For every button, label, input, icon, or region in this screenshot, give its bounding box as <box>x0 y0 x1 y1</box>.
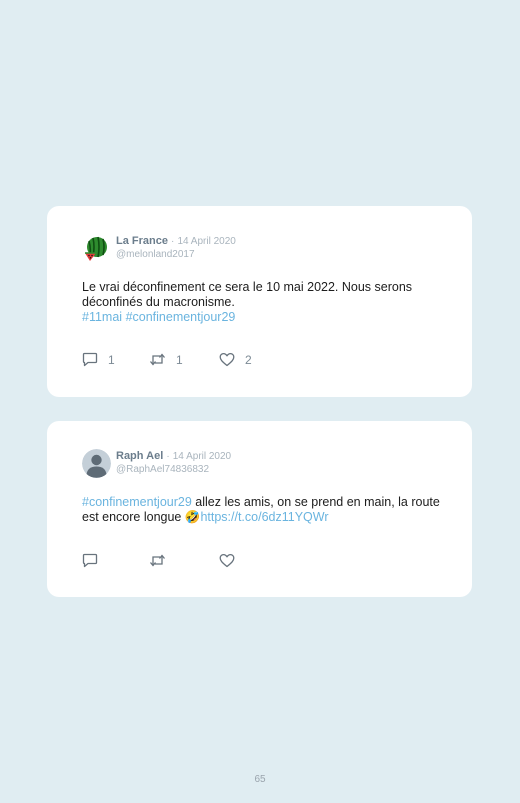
tweet-card: La France · 14 April 2020 @melonland2017… <box>47 206 472 397</box>
default-user-icon <box>82 449 111 478</box>
tweet-text: #confinementjour29 allez les amis, on se… <box>82 495 442 525</box>
author-handle[interactable]: @melonland2017 <box>116 249 195 261</box>
heart-icon <box>219 352 235 367</box>
hashtag-link[interactable]: #confinementjour29 <box>82 495 192 509</box>
hashtag-link[interactable]: #confinementjour29 <box>126 310 236 324</box>
reply-icon <box>82 352 98 367</box>
like-button[interactable]: 2 <box>219 352 252 367</box>
retweet-icon <box>150 353 165 366</box>
tweet-header: Raph Ael · 14 April 2020 @RaphAel7483683… <box>82 449 442 485</box>
tweet-card: Raph Ael · 14 April 2020 @RaphAel7483683… <box>47 421 472 597</box>
reply-button[interactable] <box>82 553 98 568</box>
tweet-actions <box>82 553 382 569</box>
author-name[interactable]: La France <box>116 235 168 247</box>
reply-button[interactable]: 1 <box>82 352 115 367</box>
retweet-button[interactable]: 1 <box>149 352 183 367</box>
separator: · <box>171 236 175 247</box>
avatar[interactable] <box>82 234 111 263</box>
reply-icon <box>82 553 98 568</box>
tweet-date[interactable]: 14 April 2020 <box>173 451 231 462</box>
reply-count: 1 <box>108 352 115 367</box>
author-handle[interactable]: @RaphAel74836832 <box>116 464 209 476</box>
retweet-count: 1 <box>176 352 183 367</box>
tweet-text: Le vrai déconfinement ce sera le 10 mai … <box>82 280 442 325</box>
author-line: Raph Ael · 14 April 2020 <box>116 450 231 463</box>
separator: · <box>166 451 170 462</box>
avatar[interactable] <box>82 449 111 478</box>
heart-icon <box>219 553 235 568</box>
retweet-icon <box>150 554 165 567</box>
retweet-button[interactable] <box>149 553 166 568</box>
author-name[interactable]: Raph Ael <box>116 450 163 462</box>
hashtag-link[interactable]: #11mai <box>82 310 122 324</box>
like-count: 2 <box>245 352 252 367</box>
tweet-date[interactable]: 14 April 2020 <box>177 236 235 247</box>
like-button[interactable] <box>219 553 235 568</box>
tweet-header: La France · 14 April 2020 @melonland2017 <box>82 234 442 270</box>
author-line: La France · 14 April 2020 <box>116 235 236 248</box>
tweet-url-link[interactable]: https://t.co/6dz11YQWr <box>200 510 328 524</box>
watermelon-icon <box>82 234 111 263</box>
tweet-body: Le vrai déconfinement ce sera le 10 mai … <box>82 280 413 309</box>
page-number: 65 <box>254 774 266 785</box>
laughing-emoji: 🤣 <box>184 510 201 524</box>
tweet-actions: 1 1 2 <box>82 352 382 368</box>
